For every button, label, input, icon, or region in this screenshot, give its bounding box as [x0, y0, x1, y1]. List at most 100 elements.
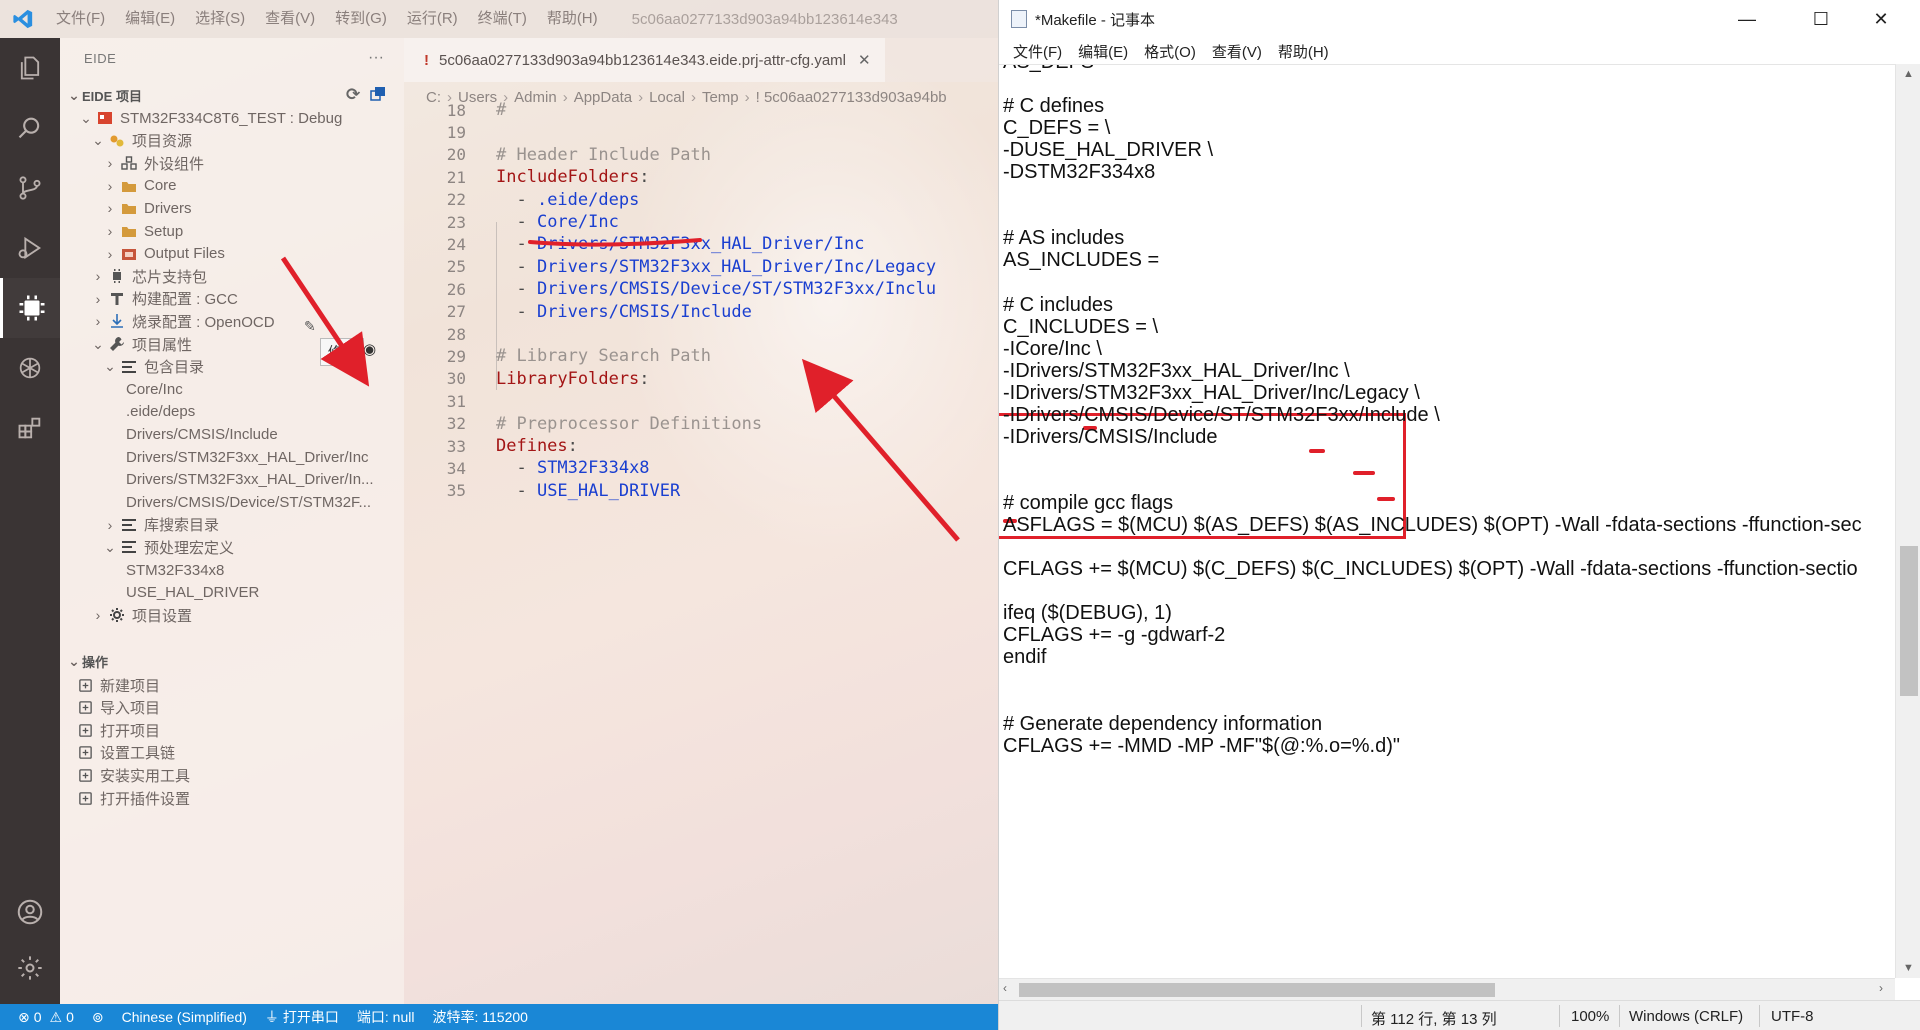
code-token: : [567, 436, 578, 456]
chevron-right-icon[interactable]: › [102, 178, 118, 194]
serial-open-status[interactable]: ⏚ 打开串口 [265, 1007, 339, 1027]
tree-item-label: Drivers/STM32F3xx_HAL_Driver/In... [126, 471, 374, 489]
h-scroll-thumb[interactable] [1019, 983, 1495, 997]
notepad-text-area[interactable]: AS_DEFS =# C definesC_DEFS = \-DUSE_HAL_… [999, 64, 1895, 978]
menu-run[interactable]: 运行(R) [397, 0, 468, 38]
tree-item[interactable]: › 项目设置 [60, 602, 404, 628]
line-text: - Drivers/CMSIS/Device/ST/STM32F3xx/Incl… [496, 279, 936, 299]
open-project-icon [74, 723, 96, 738]
search-icon[interactable] [0, 98, 60, 158]
problems-status[interactable]: ⊗ 0 ⚠ 0 [18, 1009, 74, 1026]
np-menu-format[interactable]: 格式(O) [1136, 41, 1204, 62]
notepad-line: AS_DEFS = [1003, 65, 1111, 78]
maximize-button[interactable]: ☐ [1791, 0, 1851, 38]
tree-item-label: Drivers/CMSIS/Include [126, 425, 278, 443]
menu-selection[interactable]: 选择(S) [185, 0, 255, 38]
eye-icon[interactable]: ◉ [363, 340, 376, 358]
editor-area: ! 5c06aa0277133d903a94bb123614e343.eide.… [404, 38, 998, 1004]
minimize-button[interactable]: — [1717, 0, 1777, 38]
sidebar-header: EIDE ··· [60, 38, 404, 78]
baud-status[interactable]: 波特率: 115200 [432, 1007, 527, 1027]
refresh-icon[interactable]: ⟳ [346, 85, 360, 105]
op-item[interactable]: 打开插件设置 [60, 785, 404, 811]
menu-file[interactable]: 文件(F) [46, 0, 115, 38]
vertical-scrollbar[interactable]: ▲ ▼ [1895, 64, 1920, 978]
chevron-right-icon[interactable]: › [90, 607, 106, 623]
menu-go[interactable]: 转到(G) [325, 0, 397, 38]
sidebar-more-button[interactable]: ··· [368, 49, 384, 67]
edit-icon[interactable]: ✎ [304, 318, 316, 335]
chevron-right-icon[interactable]: › [102, 200, 118, 216]
np-menu-help[interactable]: 帮助(H) [1270, 41, 1337, 62]
line-number: 31 [446, 391, 466, 411]
np-menu-file[interactable]: 文件(F) [1005, 41, 1070, 62]
tab-close-icon[interactable]: ✕ [858, 51, 871, 69]
live-share-icon[interactable]: ⊚ [92, 1009, 104, 1026]
manage-gear-icon[interactable] [0, 938, 60, 998]
source-control-icon[interactable] [0, 158, 60, 218]
code-token: - [496, 256, 537, 277]
chevron-down-icon[interactable]: ⌄ [90, 336, 106, 353]
language-status[interactable]: Chinese (Simplified) [122, 1009, 247, 1025]
status-divider [1559, 1005, 1560, 1027]
menu-help[interactable]: 帮助(H) [537, 0, 608, 38]
eide-chip-icon[interactable] [0, 278, 60, 338]
scroll-up-icon[interactable]: ▲ [1903, 68, 1914, 80]
ai-assistant-icon[interactable] [0, 338, 60, 398]
line-text: # Library Search Path [496, 346, 711, 366]
chevron-right-icon[interactable]: › [90, 268, 106, 284]
horizontal-scrollbar[interactable]: ‹ › [999, 978, 1895, 1000]
menu-edit[interactable]: 编辑(E) [115, 0, 185, 38]
op-label: 设置工具链 [100, 745, 176, 763]
chevron-down-icon[interactable]: ⌄ [102, 539, 118, 556]
code-token: - [496, 301, 537, 322]
menu-terminal[interactable]: 终端(T) [468, 0, 537, 38]
notepad-line: -DSTM32F334x8 [1003, 161, 1156, 184]
np-menu-view[interactable]: 查看(V) [1204, 41, 1270, 62]
tree-item-label: 项目属性 [132, 336, 193, 354]
plug-icon: ⏚ [264, 1009, 279, 1025]
scroll-left-icon[interactable]: ‹ [1003, 981, 1007, 995]
menu-view[interactable]: 查看(V) [255, 0, 325, 38]
accounts-icon[interactable] [0, 882, 60, 942]
underline-mark [1353, 471, 1375, 475]
chevron-down-icon[interactable]: ⌄ [90, 132, 106, 149]
underline-mark [1377, 497, 1395, 501]
tree-item-label: Drivers [144, 199, 192, 217]
chevron-down-icon: ⌄ [68, 86, 80, 103]
chevron-right-icon[interactable]: › [90, 313, 106, 329]
notepad-line: AS_INCLUDES = [1003, 249, 1160, 272]
chevron-right-icon[interactable]: › [102, 155, 118, 171]
chevron-down-icon[interactable]: ⌄ [102, 358, 118, 375]
project-icon [94, 110, 116, 126]
collapse-all-icon[interactable] [370, 86, 386, 105]
chevron-right-icon[interactable]: › [102, 517, 118, 533]
np-menu-edit[interactable]: 编辑(E) [1070, 41, 1136, 62]
run-debug-icon[interactable] [0, 218, 60, 278]
extensions-icon[interactable] [0, 398, 60, 458]
scroll-right-icon[interactable]: › [1879, 981, 1883, 995]
chevron-right-icon[interactable]: › [102, 246, 118, 262]
tree-item-label: STM32F334C8T6_TEST : Debug [120, 109, 343, 127]
plugin-settings-icon [74, 791, 96, 806]
chevron-down-icon[interactable]: ⌄ [78, 110, 94, 127]
tab-yaml[interactable]: ! 5c06aa0277133d903a94bb123614e343.eide.… [404, 38, 885, 82]
notepad-line: CFLAGS += -MMD -MP -MF"$(@:%.o=%.d)" [1003, 734, 1400, 757]
tree-item-label: 项目资源 [132, 133, 193, 151]
close-button[interactable]: ✕ [1851, 0, 1911, 38]
scroll-thumb[interactable] [1900, 546, 1918, 696]
code-token: - [496, 234, 537, 255]
warning-icon: ⚠ [49, 1008, 63, 1025]
chevron-right-icon[interactable]: › [90, 291, 106, 307]
line-ending: Windows (CRLF) [1629, 1008, 1744, 1025]
chevron-right-icon[interactable]: › [102, 223, 118, 239]
line-text: - USE_HAL_DRIVER [496, 481, 680, 501]
op-label: 安装实用工具 [100, 767, 191, 785]
operations-section[interactable]: ⌄ 操作 [60, 648, 404, 674]
add-icon[interactable]: + [348, 338, 357, 356]
scroll-down-icon[interactable]: ▼ [1903, 962, 1914, 974]
line-number: 28 [446, 324, 466, 344]
port-status[interactable]: 端口: null [357, 1007, 415, 1027]
explorer-icon[interactable] [0, 38, 60, 98]
line-number: 30 [446, 369, 466, 389]
